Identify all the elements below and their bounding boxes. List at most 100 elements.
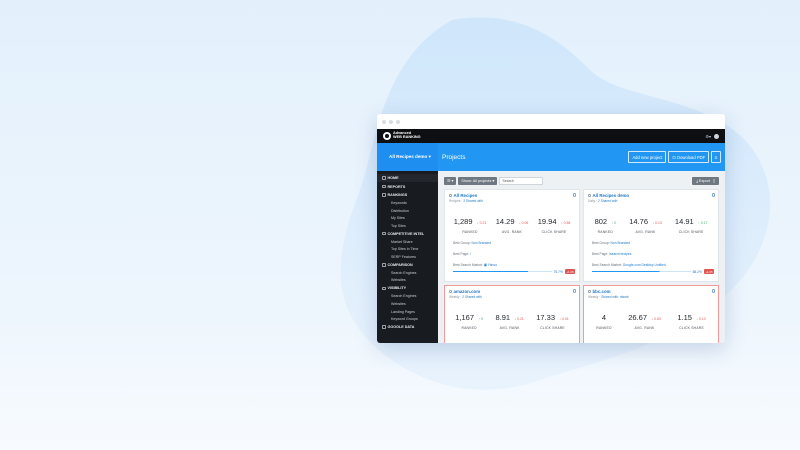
- detail-label: Best Search Market:: [453, 263, 483, 267]
- browser-window: Advanced WEB RANKING ⚙▾ All Recipes demo…: [377, 114, 725, 343]
- window-dot[interactable]: [382, 119, 386, 124]
- sidebar-section[interactable]: COMPARISON: [377, 261, 438, 269]
- view-toggle-button[interactable]: ☰ ▾: [444, 176, 457, 185]
- detail-label: Best Page:: [592, 252, 609, 256]
- detail-label: Best Group:: [453, 241, 471, 245]
- sidebar-section[interactable]: REPORTS: [377, 182, 438, 190]
- sidebar-item[interactable]: Websites: [377, 277, 438, 285]
- metric-delta: ↓ 0.21: [476, 221, 487, 225]
- metric-delta: ↓ 0.01: [559, 317, 569, 321]
- metric-delta: ↓ 0.05: [518, 221, 529, 225]
- detail-value[interactable]: Non Branded: [611, 241, 630, 245]
- sidebar-item[interactable]: Top Sites in Time: [377, 245, 438, 253]
- progress-value: 75.7%: [553, 269, 563, 274]
- metric-value: 26.67: [628, 313, 648, 322]
- metric: 1,289 ↓ 0.21 RANKED: [454, 211, 486, 234]
- project-meta: Weekly · Shared with: nfsmb: [588, 295, 629, 299]
- sidebar-item[interactable]: Keywords: [377, 199, 438, 207]
- detail-value[interactable]: /search/recipes: [609, 252, 631, 256]
- metric-label: CLICK SHARE: [540, 326, 565, 330]
- export-button[interactable]: ⤓ Export ▯: [692, 176, 719, 185]
- shared-with-link[interactable]: 2 Shared with: [462, 295, 482, 299]
- window-dot[interactable]: [396, 119, 400, 124]
- project-detail-row: Best Page: /search/recipes: [588, 252, 714, 256]
- gear-icon[interactable]: [711, 289, 715, 293]
- detail-value[interactable]: Non Branded: [472, 241, 491, 245]
- metric-delta: ↓ 0.83: [651, 317, 661, 321]
- metric-delta: ↓ 0.13: [652, 221, 662, 225]
- shared-with-link[interactable]: 2 Shared with: [598, 199, 618, 203]
- more-options-button[interactable]: ⚟: [711, 151, 721, 163]
- project-metrics: 802 ↑ 2 RANKED 14.76 ↓ 0.13 AVG. RANK 14.91 …: [588, 211, 714, 234]
- change-badge: +1.05: [703, 269, 714, 274]
- project-card-title[interactable]: All Recipes: [449, 193, 575, 198]
- project-status-icon: [449, 290, 452, 293]
- sidebar-item[interactable]: My Sites: [377, 214, 438, 222]
- shared-with-link[interactable]: 2 Shared with: [463, 199, 483, 203]
- project-name[interactable]: amazon.com: [454, 289, 481, 294]
- detail-label: Best Search Market:: [592, 263, 622, 267]
- download-pdf-button[interactable]: ⊡ Download PDF: [668, 151, 710, 163]
- header-buttons: Add new project ⊡ Download PDF ⚟: [628, 151, 721, 163]
- detail-value[interactable]: ▣ Yahoo: [484, 263, 497, 267]
- sidebar-item[interactable]: Landing Pages: [377, 308, 438, 316]
- sidebar-section-label: RANKINGS: [387, 192, 408, 197]
- metric: 4 RANKED: [596, 307, 611, 330]
- brand-logo[interactable]: Advanced WEB RANKING: [383, 132, 421, 140]
- metric-label: CLICK SHARE: [679, 326, 704, 330]
- metric-value: 14.91: [674, 217, 694, 226]
- search-input[interactable]: Search: [499, 176, 544, 185]
- metric-value: 14.76: [629, 217, 649, 226]
- metric-value: 19.94: [537, 217, 557, 226]
- section-icon: [382, 176, 386, 180]
- sidebar-section[interactable]: VISIBILITY: [377, 284, 438, 292]
- shared-with-link[interactable]: Shared with: nfsmb: [601, 295, 628, 299]
- progress-track: [592, 271, 691, 272]
- page-title: Projects: [442, 153, 466, 161]
- metric-label: RANKED: [462, 230, 478, 234]
- gear-icon[interactable]: ⚙▾: [705, 134, 711, 139]
- gear-icon[interactable]: [572, 193, 576, 197]
- project-name[interactable]: bbc.com: [593, 289, 611, 294]
- sidebar-section-label: COMPARISON: [387, 262, 413, 267]
- project-detail-row: Best Search Market: Google.com Desktop U…: [588, 263, 714, 267]
- gear-icon[interactable]: [711, 193, 715, 197]
- project-card-title[interactable]: bbc.com: [588, 289, 714, 294]
- sidebar-section[interactable]: HOME: [377, 174, 438, 183]
- metric-label: AVG. RANK: [634, 326, 655, 330]
- project-meta: Weekly · 2 Shared with: [449, 295, 482, 299]
- sidebar-item[interactable]: Distribution: [377, 207, 438, 215]
- sidebar-item[interactable]: Top Sites: [377, 222, 438, 230]
- project-selector[interactable]: All Recipes demo ▾: [377, 143, 438, 171]
- sidebar-item[interactable]: Search Engines: [377, 269, 438, 277]
- detail-value[interactable]: Google.com Desktop Untitled: [623, 263, 666, 267]
- sidebar-section[interactable]: COMPETITIVE INTEL: [377, 230, 438, 238]
- project-card-title[interactable]: amazon.com: [449, 289, 575, 294]
- gear-icon[interactable]: [572, 289, 576, 293]
- metric: 19.94 ↓ 0.56 CLICK SHARE: [538, 211, 570, 234]
- sidebar-item[interactable]: SERP Features: [377, 253, 438, 261]
- sidebar-item[interactable]: Search Engines: [377, 293, 438, 301]
- section-icon: [382, 286, 386, 291]
- add-project-button[interactable]: Add new project: [628, 151, 667, 163]
- detail-value[interactable]: /: [470, 252, 471, 256]
- metric-delta: ↓ 0.21: [514, 317, 524, 321]
- metric-value: 4: [601, 313, 607, 322]
- sidebar-item[interactable]: Market Share: [377, 238, 438, 246]
- project-card-title[interactable]: All Recipes demo: [588, 193, 714, 198]
- project-name[interactable]: All Recipes: [454, 193, 478, 198]
- metric-delta: ↓ 0.56: [560, 221, 571, 225]
- section-icon: [382, 184, 386, 189]
- header-row: All Recipes demo ▾ Projects Add new proj…: [377, 143, 725, 171]
- sidebar-section[interactable]: GOOGLE DATA: [377, 323, 438, 331]
- sidebar-item[interactable]: Keyword Groups: [377, 315, 438, 323]
- sidebar-section[interactable]: RANKINGS: [377, 191, 438, 199]
- metric-value: 14.29: [495, 217, 515, 226]
- metric-delta: ↓ 0.13: [696, 317, 706, 321]
- window-dot[interactable]: [389, 119, 393, 124]
- avatar[interactable]: [714, 133, 719, 139]
- sidebar-section-label: GOOGLE DATA: [387, 325, 415, 330]
- project-name[interactable]: All Recipes demo: [593, 193, 630, 198]
- sidebar-item[interactable]: Websites: [377, 300, 438, 308]
- project-filter-dropdown[interactable]: Show: All projects ▾: [458, 176, 498, 185]
